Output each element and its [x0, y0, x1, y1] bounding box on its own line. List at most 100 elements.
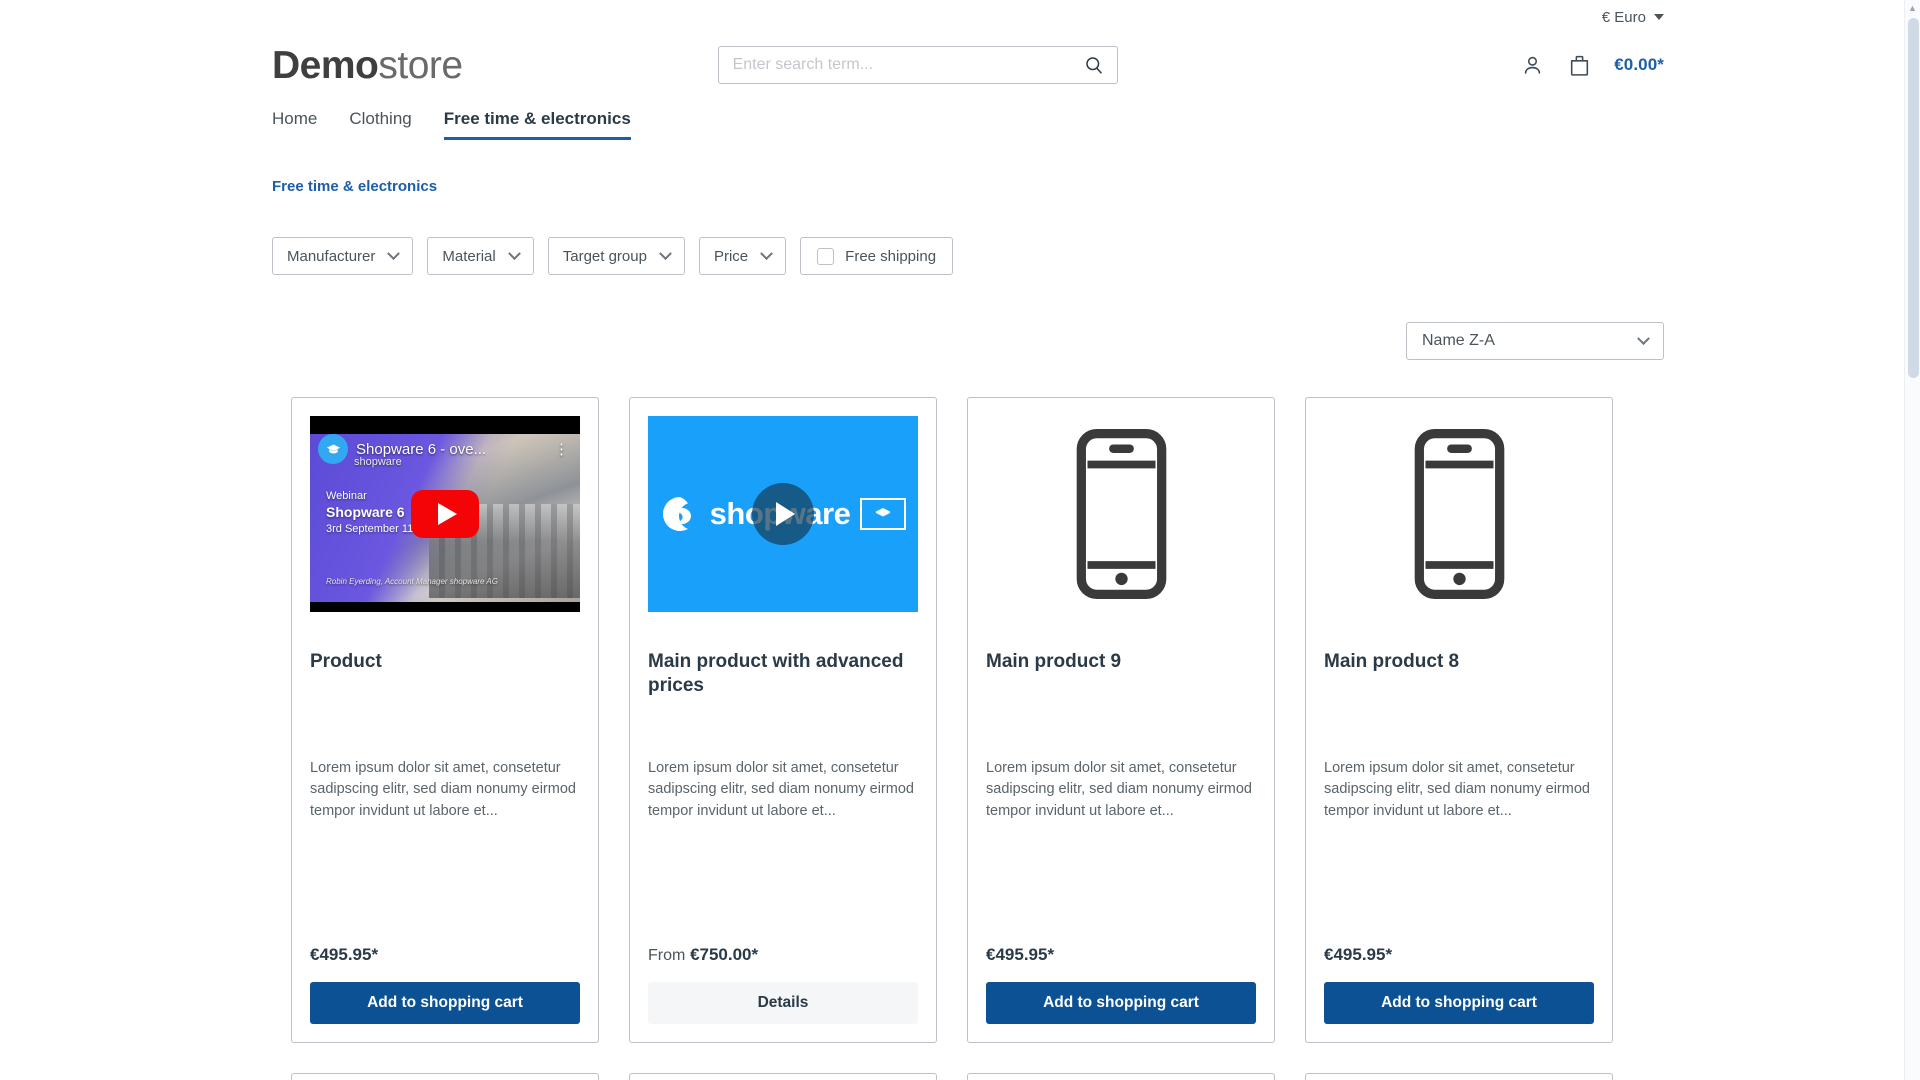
video-header: Shopware 6 - ove... ⋮ [310, 430, 580, 464]
logo-bold-part: Demo [272, 43, 379, 87]
nav-item-free-time-electronics[interactable]: Free time & electronics [443, 109, 631, 140]
filter-material[interactable]: Material [427, 237, 534, 275]
sort-selected-value: Name Z-A [1422, 332, 1495, 349]
add-to-cart-button[interactable]: Add to shopping cart [1324, 982, 1594, 1024]
product-card[interactable] [1305, 1073, 1613, 1080]
header-actions: €0.00* [1520, 53, 1664, 78]
video-channel-name: shopware [354, 456, 402, 468]
price-prefix: From [648, 947, 686, 964]
price-amount: €495.95* [986, 945, 1055, 964]
shopping-bag-icon [1571, 55, 1589, 76]
filter-price-label: Price [713, 247, 749, 265]
play-button-icon[interactable] [752, 483, 814, 545]
nav-item-home[interactable]: Home [272, 109, 317, 140]
top-utility-bar: € Euro [0, 0, 1920, 34]
add-to-cart-button[interactable]: Add to shopping cart [986, 982, 1256, 1024]
details-button[interactable]: Details [648, 982, 918, 1024]
product-description: Lorem ipsum dolor sit amet, consetetur s… [310, 760, 576, 819]
site-header: Demostore Enter search term... €0.00* [0, 34, 1920, 96]
product-title[interactable]: Main product 8 [1324, 650, 1594, 698]
site-logo[interactable]: Demostore [272, 46, 463, 85]
scroll-up-arrow-icon[interactable]: ▲ [1905, 0, 1920, 16]
graduation-cap-icon [326, 444, 340, 453]
card-spacer [986, 822, 1256, 945]
product-grid: Shopware 6 - ove... ⋮ shopware Webinar S… [0, 360, 1920, 1043]
main-navigation: Home Clothing Free time & electronics [0, 96, 1920, 140]
youtube-video-thumbnail[interactable]: Shopware 6 - ove... ⋮ shopware Webinar S… [310, 416, 580, 612]
card-spacer [310, 822, 580, 945]
product-description: Lorem ipsum dolor sit amet, consetetur s… [648, 760, 914, 819]
product-price: €495.95* [1324, 945, 1594, 965]
chevron-down-icon [1654, 14, 1664, 20]
storefront-page: € Euro Demostore Enter search term... €0… [0, 0, 1920, 1080]
price-amount: €495.95* [310, 945, 379, 964]
product-card[interactable] [291, 1073, 599, 1080]
product-card[interactable] [967, 1073, 1275, 1080]
filter-manufacturer[interactable]: Manufacturer [272, 237, 414, 275]
product-media[interactable]: shopware [648, 416, 918, 612]
card-spacer [1324, 822, 1594, 945]
product-card[interactable] [629, 1073, 937, 1080]
smartphone-placeholder-icon [1076, 429, 1166, 599]
nav-item-clothing[interactable]: Clothing [349, 109, 411, 140]
card-spacer [648, 822, 918, 945]
logo-light-part: store [378, 43, 463, 87]
price-amount: €750.00* [690, 945, 759, 964]
chevron-down-icon [659, 246, 672, 260]
layers-icon [875, 508, 891, 517]
more-options-icon[interactable]: ⋮ [554, 442, 570, 457]
filter-target-group-label: Target group [562, 247, 647, 265]
product-price: From €750.00* [648, 945, 918, 965]
product-description: Lorem ipsum dolor sit amet, consetetur s… [986, 760, 1252, 819]
shopware-mark-icon [662, 497, 691, 531]
smartphone-placeholder-icon [1414, 429, 1504, 599]
product-title[interactable]: Main product with advanced prices [648, 650, 918, 698]
filter-manufacturer-label: Manufacturer [287, 247, 376, 265]
account-button[interactable] [1520, 53, 1545, 78]
product-title[interactable]: Product [310, 650, 580, 698]
currency-switcher[interactable]: € Euro [1602, 9, 1664, 26]
chevron-down-icon [387, 246, 401, 260]
video-credit: Robin Eyerding, Account Manager shopware… [326, 577, 498, 586]
search-input[interactable] [717, 46, 1118, 84]
filter-free-shipping[interactable]: Free shipping [800, 237, 954, 275]
filter-target-group[interactable]: Target group [547, 237, 685, 275]
sort-select[interactable]: Name Z-A [1406, 322, 1664, 360]
product-grid-next-row [0, 1043, 1920, 1080]
breadcrumb-current[interactable]: Free time & electronics [272, 178, 437, 195]
product-card[interactable]: Main product 9 Lorem ipsum dolor sit ame… [967, 397, 1275, 1043]
sorting-row: Name Z-A [0, 275, 1920, 360]
product-card[interactable]: shopware Main product with advanced pric… [629, 397, 937, 1043]
filter-bar: Manufacturer Material Target group Price… [0, 195, 1920, 275]
product-description: Lorem ipsum dolor sit amet, consetetur s… [1324, 760, 1590, 819]
page-scrollbar[interactable]: ▲ [1904, 0, 1920, 1080]
product-price: €495.95* [310, 945, 580, 965]
product-price: €495.95* [986, 945, 1256, 965]
youtube-play-button-icon[interactable] [411, 490, 479, 538]
product-card[interactable]: Shopware 6 - ove... ⋮ shopware Webinar S… [291, 397, 599, 1043]
video-title: Shopware 6 - ove... [356, 440, 487, 458]
free-shipping-label: Free shipping [845, 247, 937, 265]
price-amount: €495.95* [1324, 945, 1393, 964]
free-shipping-checkbox[interactable] [817, 247, 835, 265]
search-submit-button[interactable] [1076, 46, 1114, 84]
add-to-cart-button[interactable]: Add to shopping cart [310, 982, 580, 1024]
scrollbar-thumb[interactable] [1908, 18, 1919, 378]
chevron-down-icon [1637, 331, 1650, 345]
channel-avatar-icon [318, 434, 348, 464]
chevron-down-icon [507, 246, 521, 260]
product-media[interactable] [1324, 416, 1594, 612]
currency-label: € Euro [1601, 8, 1646, 26]
product-media[interactable]: Shopware 6 - ove... ⋮ shopware Webinar S… [310, 416, 580, 612]
user-icon [1525, 56, 1541, 74]
product-card[interactable]: Main product 8 Lorem ipsum dolor sit ame… [1305, 397, 1613, 1043]
product-media[interactable] [986, 416, 1256, 612]
filter-material-label: Material [442, 247, 496, 265]
shopware-badge-icon [860, 498, 907, 530]
cart-button[interactable] [1567, 53, 1592, 78]
product-title[interactable]: Main product 9 [986, 650, 1256, 698]
search-form [717, 46, 1118, 84]
chevron-down-icon [760, 246, 774, 260]
shopware-banner-image[interactable]: shopware [648, 416, 918, 612]
filter-price[interactable]: Price [698, 237, 787, 275]
